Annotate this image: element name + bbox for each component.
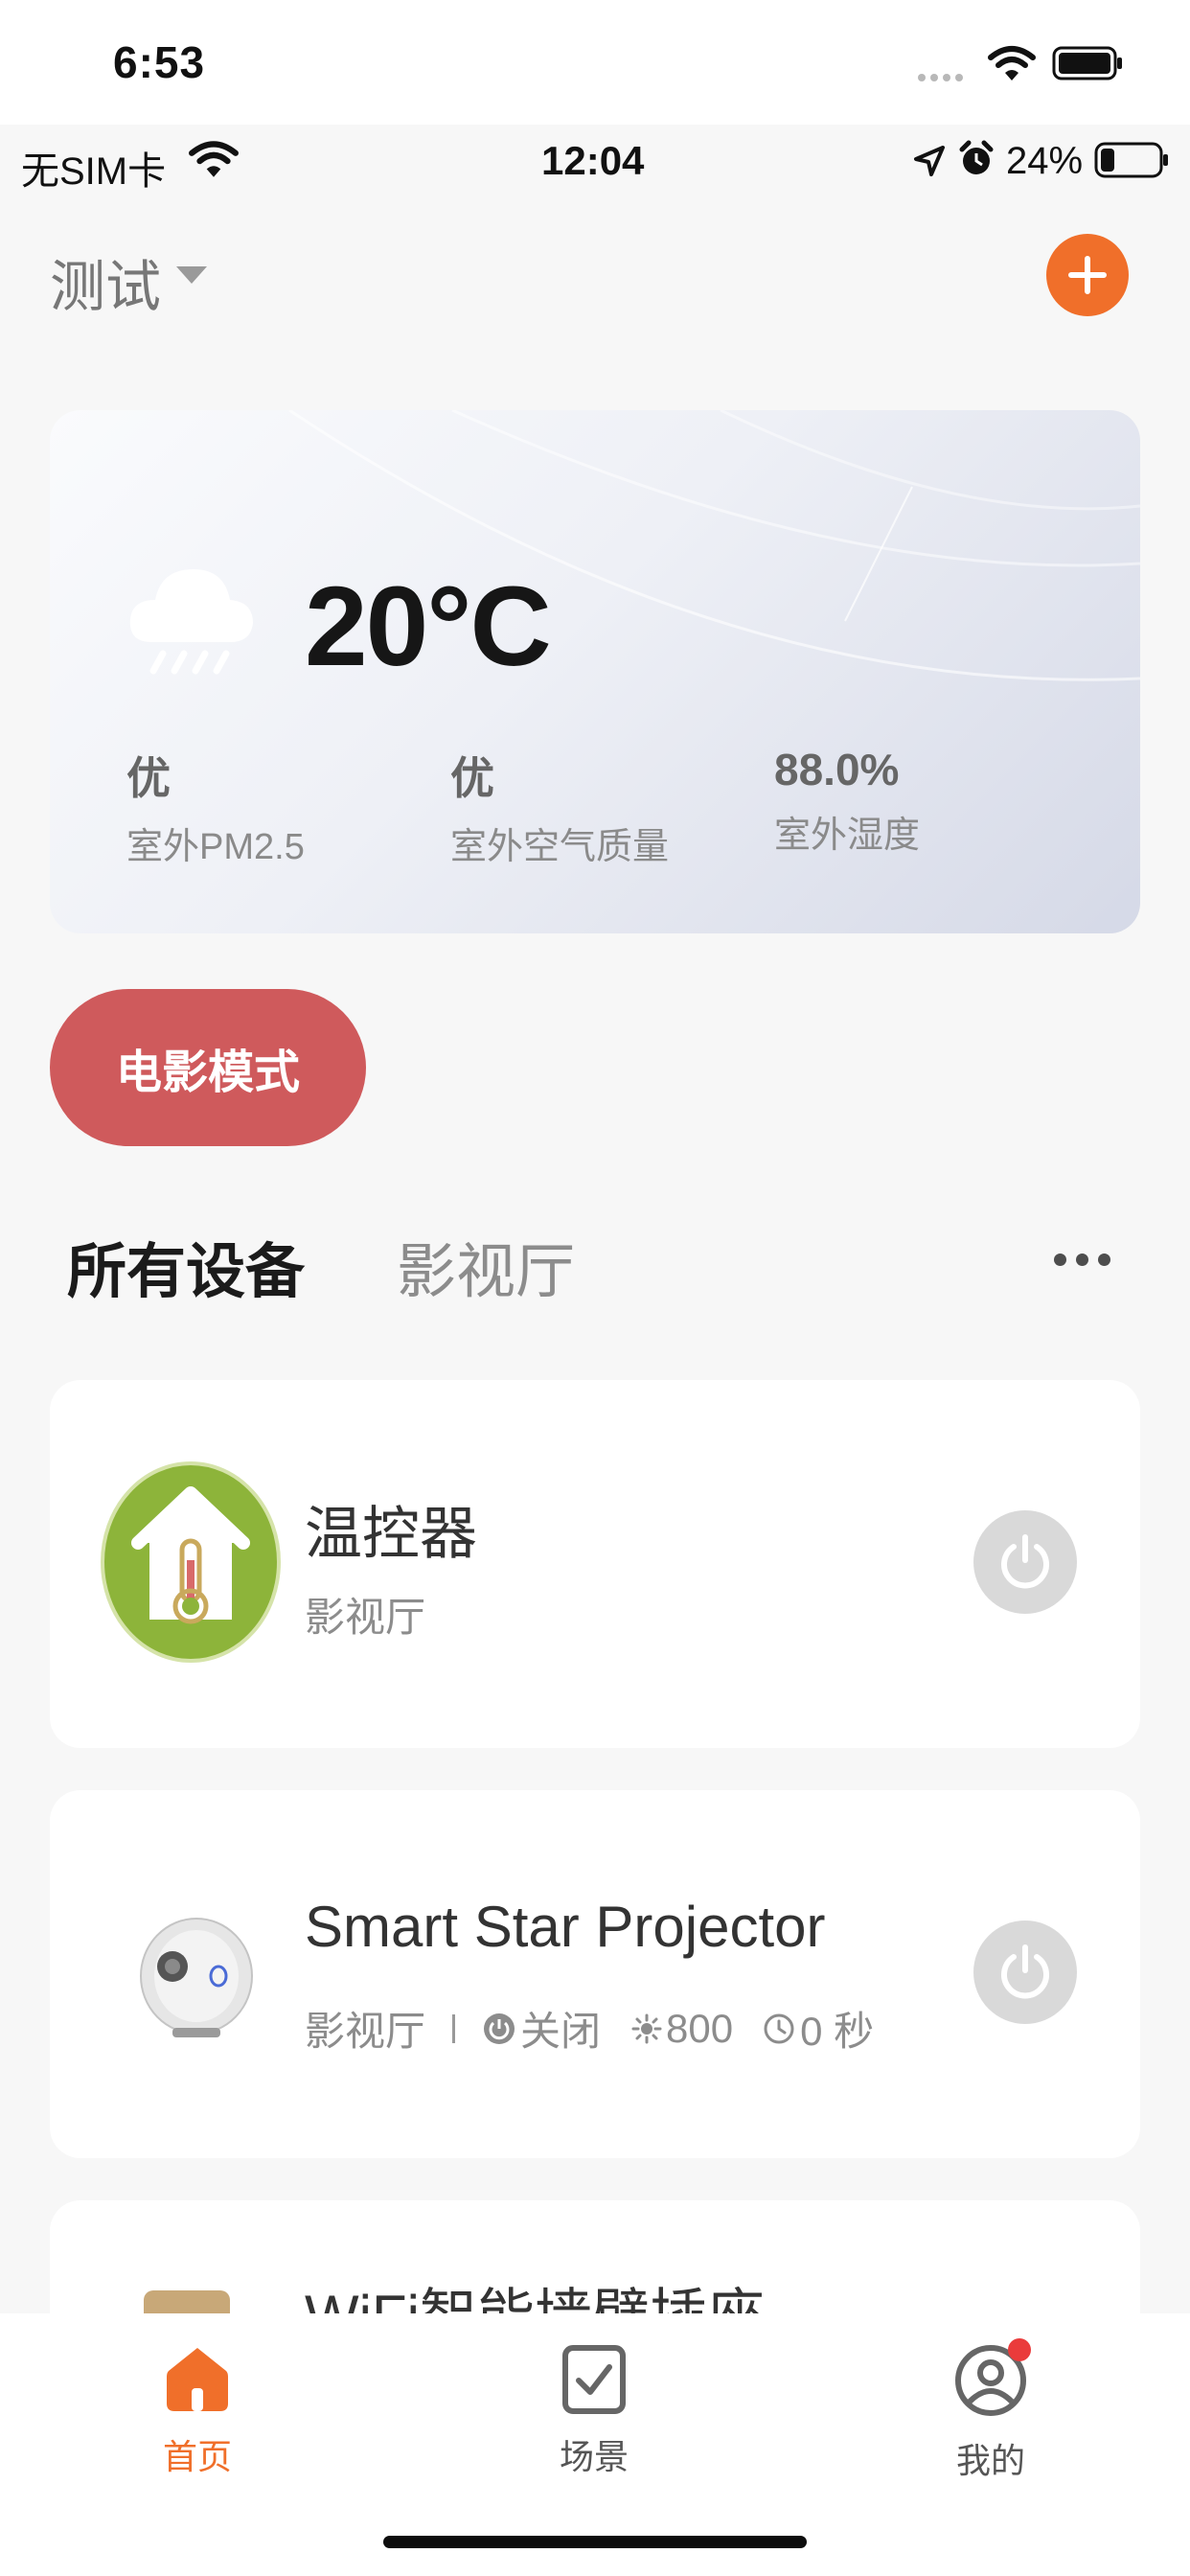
device-room: 影视厅 — [305, 2009, 426, 2054]
divider — [452, 2013, 456, 2043]
stat-humidity: 88.0% 室外湿度 — [774, 744, 920, 858]
home-indicator — [383, 2536, 807, 2548]
more-options-icon[interactable] — [1054, 1254, 1120, 1271]
tab-home[interactable]: 首页 — [102, 2342, 293, 2479]
brightness-value: 800 — [666, 2005, 734, 2051]
stat-label: 室外空气质量 — [450, 827, 670, 867]
stat-value: 优 — [450, 753, 494, 803]
home-icon — [167, 2348, 228, 2411]
battery-icon — [1094, 142, 1168, 178]
rain-cloud-icon — [129, 569, 253, 675]
power-status-icon — [484, 2012, 515, 2044]
carrier-label: 无SIM卡 — [21, 150, 167, 193]
brightness-icon — [631, 2013, 662, 2043]
stat-pm25: 优 室外PM2.5 — [126, 744, 305, 869]
stat-label: 室外PM2.5 — [126, 827, 305, 867]
power-status-text: 关闭 — [520, 2009, 602, 2054]
stat-value: 优 — [126, 753, 171, 803]
outer-clock: 6:53 — [113, 37, 206, 87]
tab-label: 首页 — [162, 2437, 232, 2476]
timer-icon — [764, 2013, 794, 2043]
projector-device-icon — [140, 1918, 253, 2037]
stat-air-quality: 优 室外空气质量 — [450, 744, 669, 869]
tab-label: 我的 — [955, 2441, 1025, 2480]
battery-percent: 24% — [1006, 140, 1084, 182]
device-name: 温控器 — [305, 1502, 477, 1566]
thermostat-icon — [101, 1461, 281, 1663]
location-arrow-icon — [914, 146, 945, 176]
tab-all-devices[interactable]: 所有设备 — [67, 1223, 305, 1309]
stat-value: 88.0% — [774, 745, 900, 794]
timer-value: 0 秒 — [800, 2009, 875, 2054]
battery-icon — [1052, 46, 1122, 80]
power-button[interactable] — [973, 1920, 1077, 2024]
device-room: 影视厅 — [305, 1595, 426, 1640]
power-button[interactable] — [973, 1510, 1077, 1614]
tab-theater-room[interactable]: 影视厅 — [397, 1223, 575, 1309]
inner-clock: 12:04 — [541, 138, 645, 183]
scene-movie-mode-button[interactable]: 电影模式 — [50, 989, 366, 1146]
alarm-icon — [959, 140, 994, 174]
home-selector[interactable]: 测试 — [50, 242, 161, 322]
device-name: Smart Star Projector — [305, 1895, 826, 1959]
temperature-value: 20°C — [305, 564, 552, 690]
chevron-down-icon[interactable] — [176, 266, 207, 284]
wifi-icon — [988, 46, 1036, 80]
power-icon — [1001, 1534, 1049, 1589]
tab-scenes[interactable]: 场景 — [498, 2342, 690, 2479]
device-meta-row: 影视厅 关闭 800 0 秒 — [305, 1999, 874, 2058]
plus-icon — [1068, 256, 1107, 294]
signal-dots-icon — [918, 69, 968, 86]
tab-label: 场景 — [559, 2437, 629, 2476]
stat-label: 室外湿度 — [774, 816, 921, 856]
power-icon — [1001, 1944, 1049, 1999]
wifi-icon — [189, 141, 239, 177]
notification-badge — [1008, 2338, 1031, 2361]
tab-profile[interactable]: 我的 — [895, 2342, 1087, 2483]
add-device-button[interactable] — [1046, 234, 1129, 316]
checkbox-icon — [562, 2345, 626, 2414]
